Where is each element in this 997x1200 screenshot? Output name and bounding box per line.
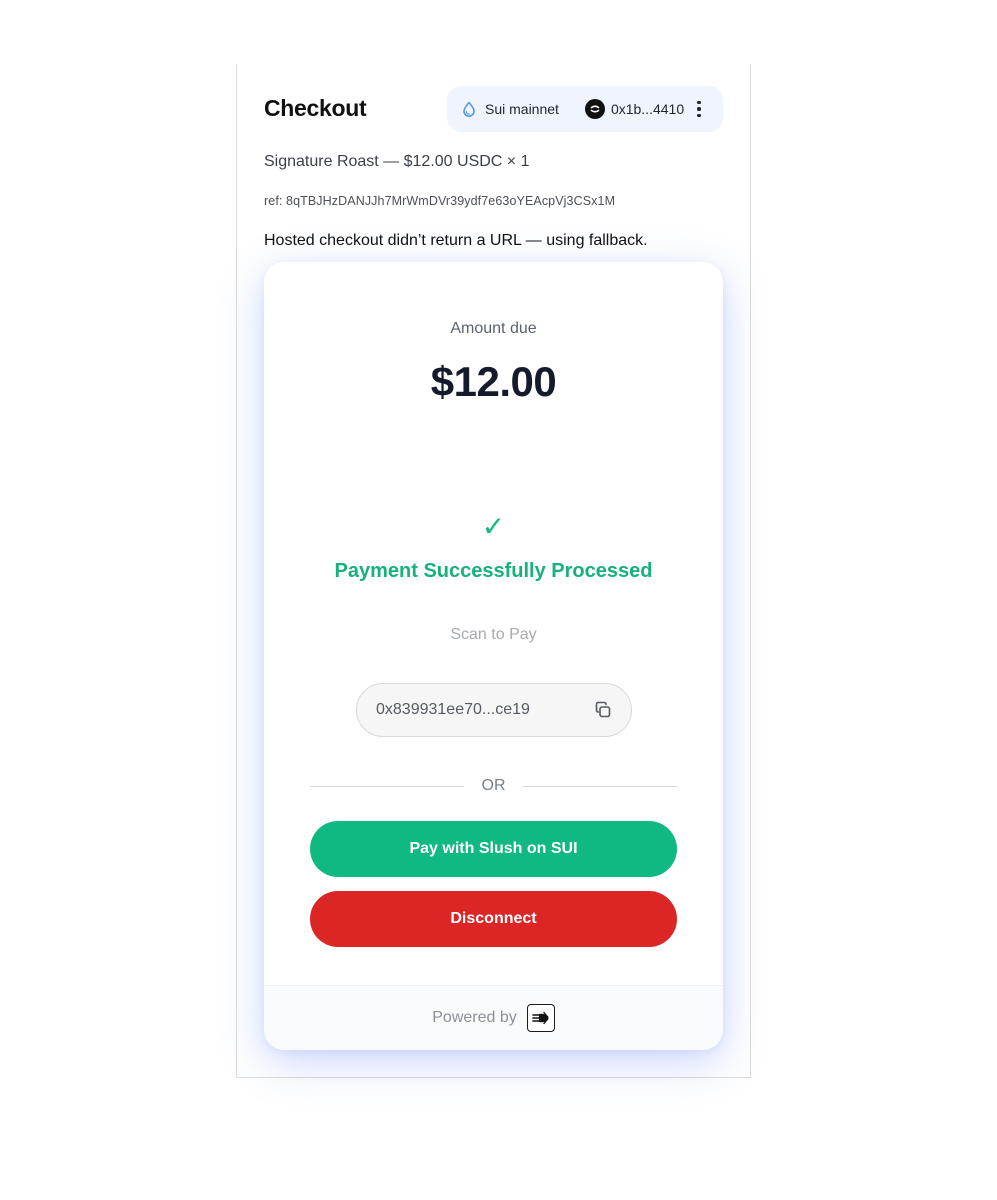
page-title: Checkout <box>264 95 367 121</box>
provider-logo-icon[interactable] <box>526 1004 555 1032</box>
fallback-notice: Hosted checkout didn’t return a URL — us… <box>264 232 648 249</box>
or-divider: OR <box>310 775 677 797</box>
amount-value: $12.00 <box>430 358 557 405</box>
wallet-avatar-icon <box>584 99 605 119</box>
wallet-status-bar[interactable]: Sui mainnet 0x1b...4410 <box>447 86 723 132</box>
wallet-address[interactable]: 0x1b...4410 <box>611 101 684 117</box>
powered-by-label: Powered by <box>432 1009 517 1026</box>
kebab-menu-icon[interactable] <box>696 100 702 118</box>
checkmark-icon: ✓ <box>481 511 506 542</box>
recipient-address[interactable]: 0x839931ee70...ce19 <box>376 701 593 719</box>
card-footer: Powered by <box>264 985 723 1050</box>
network-label[interactable]: Sui mainnet <box>485 101 559 117</box>
menu-dot <box>697 113 701 118</box>
pay-with-slush-button[interactable]: Pay with Slush on SUI <box>310 821 677 877</box>
product-line: Signature Roast — $12.00 USDC × 1 <box>264 153 530 170</box>
recipient-address-field[interactable]: 0x839931ee70...ce19 <box>356 683 632 737</box>
payment-status: Payment Successfully Processed <box>334 560 653 582</box>
page: Checkout Sui mainnet 0x1b...4410 Signatu… <box>0 0 997 1200</box>
scan-to-pay-label: Scan to Pay <box>450 626 537 643</box>
payment-card: Amount due $12.00 ✓ Payment Successfully… <box>264 262 723 1050</box>
divider-line <box>523 786 677 787</box>
copy-icon[interactable] <box>593 700 613 720</box>
order-reference: ref: 8qTBJHzDANJJh7MrWmDVr39ydf7e63oYEAc… <box>264 194 616 208</box>
menu-dot <box>697 107 701 111</box>
droplet-icon <box>461 101 477 117</box>
menu-dot <box>697 100 701 105</box>
disconnect-button[interactable]: Disconnect <box>310 891 677 947</box>
amount-label: Amount due <box>450 320 537 337</box>
